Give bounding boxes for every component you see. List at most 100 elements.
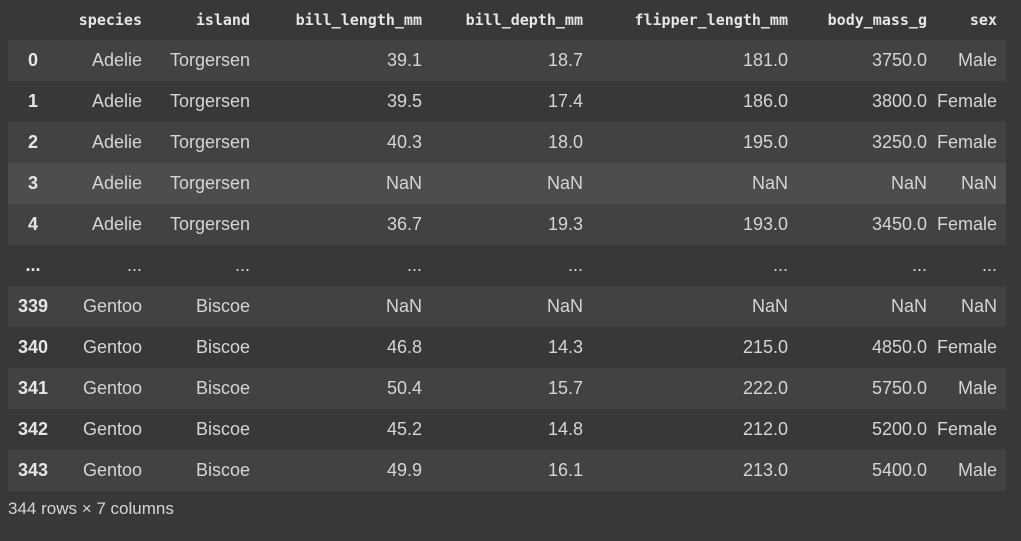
cell-sex: ... bbox=[981, 255, 997, 275]
cell-bill-depth-mm: 14.8 bbox=[547, 419, 583, 439]
row-index: 339 bbox=[17, 296, 49, 316]
cell-island: Biscoe bbox=[195, 419, 250, 439]
column-header: bill_depth_mm bbox=[431, 0, 592, 40]
cell-bill-length-mm: 46.8 bbox=[386, 337, 422, 357]
cell-sex: Female bbox=[936, 132, 997, 152]
cell-bill-length-mm: NaN bbox=[385, 296, 422, 316]
cell-bill-depth-mm: 19.3 bbox=[547, 214, 583, 234]
cell-bill-depth-mm: 18.0 bbox=[547, 132, 583, 152]
header-row: species island bill_length_mm bill_depth… bbox=[8, 0, 1006, 40]
row-index: 2 bbox=[27, 132, 38, 152]
cell-species: Gentoo bbox=[82, 378, 142, 398]
cell-island: Torgersen bbox=[169, 214, 250, 234]
column-header: island bbox=[151, 0, 259, 40]
cell-flipper-length-mm: 186.0 bbox=[742, 91, 788, 111]
cell-sex: Female bbox=[936, 337, 997, 357]
cell-body-mass-g: 5750.0 bbox=[871, 378, 927, 398]
cell-bill-length-mm: 49.9 bbox=[386, 460, 422, 480]
cell-sex: Female bbox=[936, 214, 997, 234]
cell-island: Biscoe bbox=[195, 296, 250, 316]
cell-species: Gentoo bbox=[82, 419, 142, 439]
table-row: 340 Gentoo Biscoe 46.8 14.3 215.0 4850.0 Female bbox=[8, 327, 1006, 368]
row-index: 4 bbox=[27, 214, 38, 234]
cell-bill-depth-mm: 15.7 bbox=[547, 378, 583, 398]
row-index: 0 bbox=[27, 50, 38, 70]
cell-flipper-length-mm: 222.0 bbox=[742, 378, 788, 398]
cell-flipper-length-mm: NaN bbox=[751, 296, 788, 316]
cell-species: Gentoo bbox=[82, 337, 142, 357]
row-index: 1 bbox=[27, 91, 38, 111]
cell-island: ... bbox=[234, 255, 250, 275]
cell-bill-length-mm: NaN bbox=[385, 173, 422, 193]
cell-flipper-length-mm: 213.0 bbox=[742, 460, 788, 480]
cell-species: Adelie bbox=[91, 132, 142, 152]
cell-sex: NaN bbox=[960, 296, 997, 316]
cell-bill-length-mm: 45.2 bbox=[386, 419, 422, 439]
cell-bill-depth-mm: 18.7 bbox=[547, 50, 583, 70]
cell-body-mass-g: 3450.0 bbox=[871, 214, 927, 234]
cell-sex: Male bbox=[957, 378, 997, 398]
cell-flipper-length-mm: 212.0 bbox=[742, 419, 788, 439]
cell-bill-depth-mm: NaN bbox=[546, 296, 583, 316]
cell-bill-length-mm: 50.4 bbox=[386, 378, 422, 398]
column-header: body_mass_g bbox=[797, 0, 936, 40]
table-row: 4 Adelie Torgersen 36.7 19.3 193.0 3450.0 Femal… bbox=[8, 204, 1006, 245]
cell-body-mass-g: 3800.0 bbox=[871, 91, 927, 111]
cell-bill-depth-mm: ... bbox=[567, 255, 583, 275]
cell-bill-length-mm: 40.3 bbox=[386, 132, 422, 152]
cell-body-mass-g: 5400.0 bbox=[871, 460, 927, 480]
cell-island: Biscoe bbox=[195, 378, 250, 398]
table-row: 341 Gentoo Biscoe 50.4 15.7 222.0 5750.0 Male bbox=[8, 368, 1006, 409]
cell-bill-length-mm: 36.7 bbox=[386, 214, 422, 234]
cell-flipper-length-mm: ... bbox=[772, 255, 788, 275]
cell-body-mass-g: 3750.0 bbox=[871, 50, 927, 70]
table-row: ........................ bbox=[8, 245, 1006, 286]
cell-body-mass-g: 5200.0 bbox=[871, 419, 927, 439]
column-header: bill_length_mm bbox=[259, 0, 431, 40]
cell-flipper-length-mm: 193.0 bbox=[742, 214, 788, 234]
cell-flipper-length-mm: 181.0 bbox=[742, 50, 788, 70]
table-row: 339 Gentoo Biscoe NaN NaN NaN NaN NaN bbox=[8, 286, 1006, 327]
cell-sex: Female bbox=[936, 91, 997, 111]
row-index: ... bbox=[25, 255, 41, 275]
index-header bbox=[8, 0, 58, 40]
column-header: species bbox=[58, 0, 151, 40]
cell-flipper-length-mm: 195.0 bbox=[742, 132, 788, 152]
cell-bill-depth-mm: NaN bbox=[546, 173, 583, 193]
row-index: 340 bbox=[17, 337, 49, 357]
table-row: 3 Adelie Torgersen NaN NaN NaN NaN NaN bbox=[8, 163, 1006, 204]
cell-island: Torgersen bbox=[169, 91, 250, 111]
cell-species: Gentoo bbox=[82, 296, 142, 316]
table-row: 342 Gentoo Biscoe 45.2 14.8 212.0 5200.0 Female bbox=[8, 409, 1006, 450]
cell-body-mass-g: ... bbox=[911, 255, 927, 275]
cell-species: Adelie bbox=[91, 91, 142, 111]
cell-bill-length-mm: ... bbox=[406, 255, 422, 275]
dataframe-table: species island bill_length_mm bill_depth… bbox=[8, 0, 1006, 491]
cell-island: Torgersen bbox=[169, 173, 250, 193]
cell-species: ... bbox=[126, 255, 142, 275]
row-index: 342 bbox=[17, 419, 49, 439]
cell-island: Torgersen bbox=[169, 50, 250, 70]
dataframe-shape-summary: 344 rows × 7 columns bbox=[8, 499, 174, 518]
table-row: 0 Adelie Torgersen 39.1 18.7 181.0 3750.0 Male bbox=[8, 40, 1006, 81]
cell-body-mass-g: NaN bbox=[890, 173, 927, 193]
table-row: 1 Adelie Torgersen 39.5 17.4 186.0 3800.0 Femal… bbox=[8, 81, 1006, 122]
row-index: 341 bbox=[17, 378, 49, 398]
column-header: flipper_length_mm bbox=[592, 0, 797, 40]
cell-sex: Male bbox=[957, 460, 997, 480]
cell-species: Adelie bbox=[91, 214, 142, 234]
row-index: 3 bbox=[27, 173, 38, 193]
cell-body-mass-g: 3250.0 bbox=[871, 132, 927, 152]
cell-island: Torgersen bbox=[169, 132, 250, 152]
cell-bill-length-mm: 39.5 bbox=[386, 91, 422, 111]
cell-flipper-length-mm: NaN bbox=[751, 173, 788, 193]
cell-body-mass-g: 4850.0 bbox=[871, 337, 927, 357]
cell-sex: Male bbox=[957, 50, 997, 70]
cell-island: Biscoe bbox=[195, 337, 250, 357]
row-index: 343 bbox=[17, 460, 49, 480]
cell-body-mass-g: NaN bbox=[890, 296, 927, 316]
cell-bill-depth-mm: 16.1 bbox=[547, 460, 583, 480]
cell-species: Adelie bbox=[91, 50, 142, 70]
cell-bill-depth-mm: 17.4 bbox=[547, 91, 583, 111]
table-row: 343 Gentoo Biscoe 49.9 16.1 213.0 5400.0 Male bbox=[8, 450, 1006, 491]
